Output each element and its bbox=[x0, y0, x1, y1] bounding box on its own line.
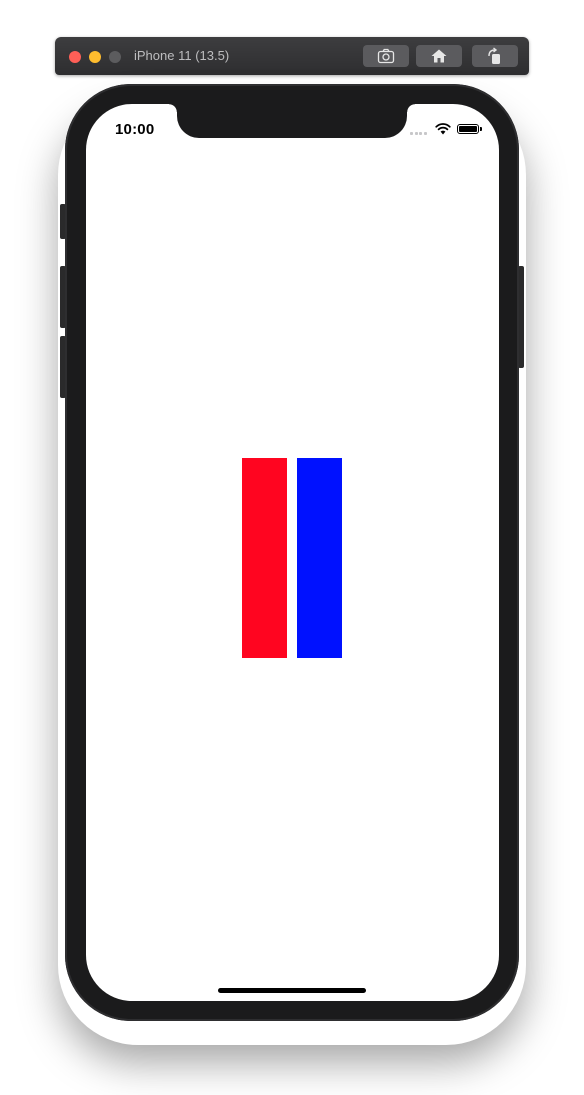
minimize-window-button[interactable] bbox=[89, 51, 101, 63]
simulator-title-bar[interactable]: iPhone 11 (13.5) bbox=[55, 37, 529, 75]
screenshot-button[interactable] bbox=[363, 45, 409, 67]
home-icon bbox=[431, 49, 447, 63]
notch bbox=[169, 104, 415, 138]
window-title: iPhone 11 (13.5) bbox=[134, 48, 230, 63]
home-button[interactable] bbox=[416, 45, 462, 67]
home-indicator[interactable] bbox=[218, 988, 366, 993]
status-time: 10:00 bbox=[115, 121, 155, 138]
red-view bbox=[242, 458, 287, 658]
camera-icon bbox=[377, 48, 395, 64]
battery-level bbox=[459, 126, 477, 132]
simulator-stage: iPhone 11 (13.5) 10:00 bbox=[0, 0, 584, 1095]
signal-dots-icon bbox=[410, 132, 427, 135]
device-screen[interactable]: 10:00 bbox=[86, 104, 499, 1001]
wifi-icon bbox=[435, 123, 451, 135]
battery-icon bbox=[457, 124, 479, 134]
rotate-icon bbox=[488, 47, 500, 64]
close-window-button[interactable] bbox=[69, 51, 81, 63]
blue-view bbox=[297, 458, 342, 658]
zoom-window-button bbox=[109, 51, 121, 63]
battery-tip bbox=[480, 127, 482, 131]
rotate-button[interactable] bbox=[472, 45, 518, 67]
